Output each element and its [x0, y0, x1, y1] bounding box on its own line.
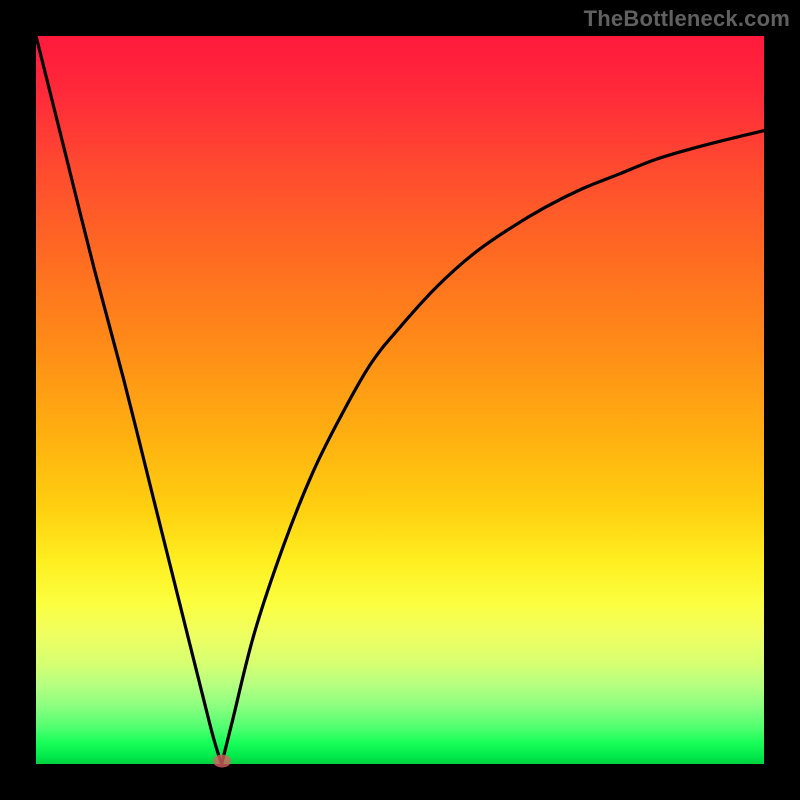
bottleneck-curve — [36, 36, 764, 764]
chart-frame: TheBottleneck.com — [0, 0, 800, 800]
cusp-marker — [213, 755, 231, 768]
chart-curve-layer — [36, 36, 764, 764]
watermark-text: TheBottleneck.com — [584, 6, 790, 32]
